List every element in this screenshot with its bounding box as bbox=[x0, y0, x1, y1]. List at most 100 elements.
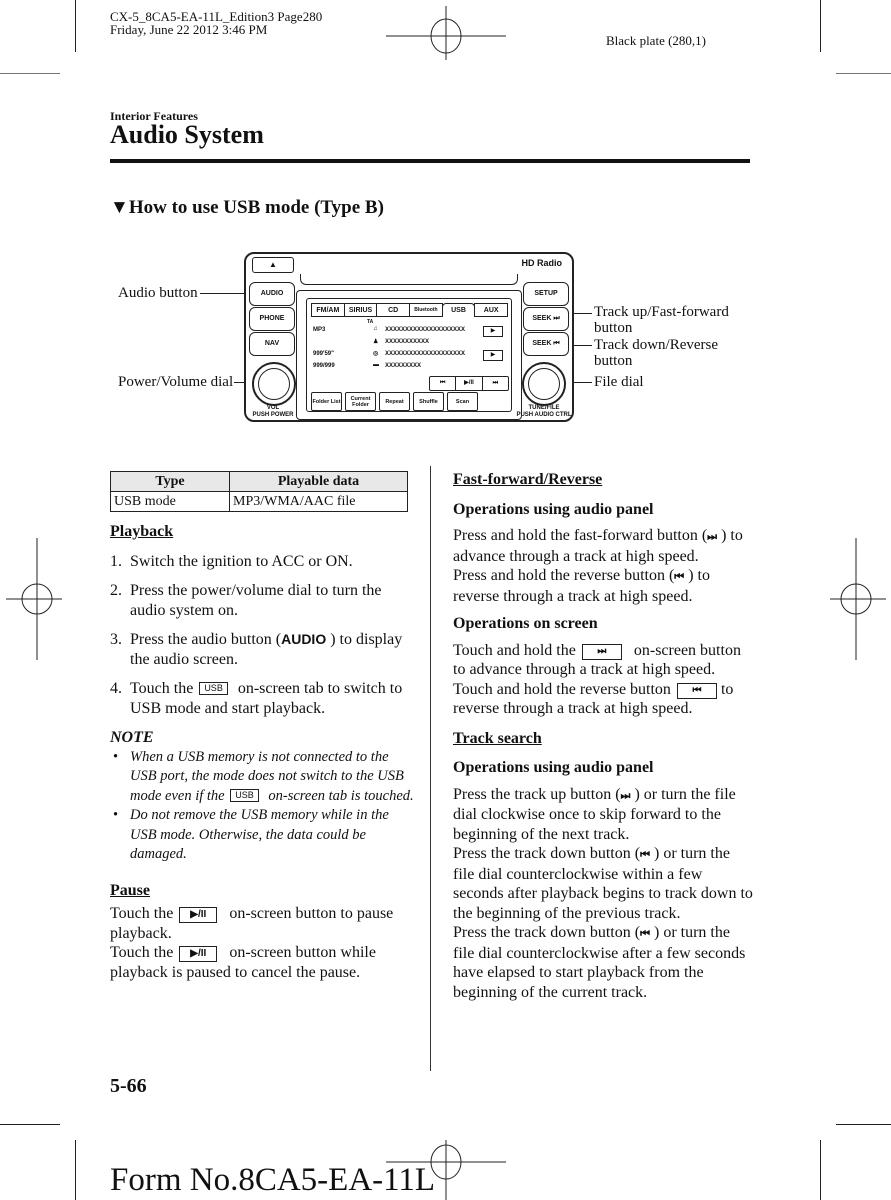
page-number: 5-66 bbox=[110, 1075, 147, 1097]
tune-file-dial[interactable] bbox=[522, 362, 566, 406]
fast-forward-icon: ⏭ bbox=[581, 643, 622, 660]
panel-operations-heading: Operations using audio panel bbox=[453, 500, 654, 518]
hd-radio-logo: HD Radio bbox=[521, 258, 563, 268]
audio-unit-illustration: ▲ HD Radio AUDIO PHONE NAV SETUP SEEK ⏭ … bbox=[244, 252, 574, 422]
audio-button[interactable]: AUDIO bbox=[249, 282, 295, 306]
play-pause-icon: ▶/II bbox=[179, 946, 218, 962]
previous-track-button[interactable]: ⏮ bbox=[430, 377, 457, 390]
folder-icon: ▬ bbox=[373, 362, 379, 368]
left-column: Playback 1. Switch the ignition to ACC or… bbox=[110, 522, 415, 982]
folder-name: XXXXXXXXX bbox=[385, 363, 422, 369]
table-header: Playable data bbox=[229, 471, 408, 492]
artist-icon: ♟ bbox=[373, 339, 379, 345]
crop-mark bbox=[0, 1124, 60, 1125]
tab-aux[interactable]: AUX bbox=[474, 303, 509, 317]
playback-heading: Playback bbox=[110, 523, 174, 540]
format-label: MP3 bbox=[313, 327, 326, 333]
subheading: ▼How to use USB mode (Type B) bbox=[110, 197, 384, 219]
eject-button[interactable]: ▲ bbox=[252, 257, 294, 273]
play-pause-button[interactable]: ▶/II bbox=[456, 377, 483, 390]
registration-mark-top bbox=[386, 6, 506, 60]
step: 1. Switch the ignition to ACC or ON. bbox=[110, 552, 353, 570]
album-disc-icon: ◎ bbox=[373, 351, 379, 357]
seek-up-button[interactable]: SEEK ⏭ bbox=[523, 307, 569, 331]
reverse-icon: ⏮ bbox=[676, 682, 717, 699]
folder-list-button[interactable]: Folder List bbox=[311, 392, 342, 411]
step: 4. Touch the USB on-screen tab to switch … bbox=[110, 680, 403, 717]
step: 2. Press the power/volume dial to turn th… bbox=[110, 582, 382, 619]
play-button[interactable]: ▶ bbox=[483, 326, 503, 337]
power-volume-dial[interactable] bbox=[252, 362, 296, 406]
crop-mark bbox=[820, 0, 821, 52]
scan-button[interactable]: Scan bbox=[447, 392, 478, 411]
tab-bluetooth[interactable]: Bluetooth bbox=[409, 303, 443, 317]
repeat-button[interactable]: Repeat bbox=[379, 392, 410, 411]
audio-screen: FM/AM SIRIUS CD Bluetooth USB AUX TA MP3… bbox=[306, 298, 512, 412]
fast-forward-icon: ⏭ bbox=[707, 530, 718, 543]
title-rule bbox=[110, 159, 750, 163]
album-name: XXXXXXXXXXXXXXXXXXXX bbox=[385, 351, 466, 357]
eject-icon: ▲ bbox=[269, 260, 277, 269]
print-header-date: Friday, June 22 2012 3:46 PM bbox=[110, 22, 268, 37]
callout-file-dial: File dial bbox=[594, 374, 644, 390]
crop-mark bbox=[75, 1140, 76, 1200]
note-item: When a USB memory is not connected to th… bbox=[110, 748, 415, 807]
fast-forward-reverse-heading: Fast-forward/Reverse bbox=[453, 471, 603, 488]
tab-fm-am[interactable]: FM/AM bbox=[311, 303, 345, 317]
playback-controls: ⏮ ▶/II ⏭ bbox=[429, 376, 509, 391]
callout-track-down: Track down/Reverse button bbox=[594, 337, 719, 369]
track-up-icon: ⏭ bbox=[620, 788, 631, 802]
pause-heading: Pause bbox=[110, 881, 150, 899]
crop-mark bbox=[0, 73, 60, 74]
ta-indicator: TA bbox=[367, 319, 374, 325]
play-button[interactable]: ▶ bbox=[483, 350, 503, 361]
vol-label: VOL PUSH POWER bbox=[252, 405, 294, 418]
table-header: Type bbox=[110, 471, 230, 492]
table-row: USB mode MP3/WMA/AAC file bbox=[110, 491, 408, 512]
artist-name: XXXXXXXXXXX bbox=[385, 339, 430, 345]
table-cell: MP3/WMA/AAC file bbox=[229, 491, 408, 512]
note-title: NOTE bbox=[110, 729, 154, 746]
track-down-icon: ⏮ bbox=[640, 927, 650, 940]
crop-mark bbox=[75, 0, 76, 52]
setup-button[interactable]: SETUP bbox=[523, 282, 569, 306]
ff-screen-text: Touch and hold the ⏭ on-screen button to… bbox=[453, 641, 741, 718]
music-note-icon: ♫ bbox=[373, 326, 378, 332]
nav-button[interactable]: NAV bbox=[249, 332, 295, 356]
next-track-button[interactable]: ⏭ bbox=[483, 377, 508, 390]
source-tabs: FM/AM SIRIUS CD Bluetooth USB AUX bbox=[311, 303, 509, 317]
right-column: Fast-forward/Reverse Operations using au… bbox=[453, 470, 753, 1002]
tab-usb[interactable]: USB bbox=[441, 303, 476, 317]
track-count: 999/999 bbox=[313, 363, 335, 369]
table-cell: USB mode bbox=[110, 491, 230, 512]
print-header-plate: Black plate (280,1) bbox=[606, 33, 706, 48]
playable-data-table: Type Playable data USB mode MP3/WMA/AAC … bbox=[110, 471, 408, 512]
subheading-text: How to use USB mode (Type B) bbox=[128, 197, 384, 218]
track-down-icon: ⏮ bbox=[640, 848, 650, 861]
seek-down-button[interactable]: SEEK ⏮ bbox=[523, 332, 569, 356]
play-pause-icon: ▶/II bbox=[179, 907, 218, 923]
shuffle-button[interactable]: Shuffle bbox=[413, 392, 444, 411]
triangle-down-icon: ▼ bbox=[110, 197, 129, 218]
screen-bottom-buttons: Folder List Current Folder Repeat Shuffl… bbox=[311, 392, 478, 411]
tab-cd[interactable]: CD bbox=[376, 303, 411, 317]
form-number: Form No.8CA5-EA-11L bbox=[110, 1162, 436, 1198]
step: 3. Press the audio button (AUDIO ) to dis… bbox=[110, 631, 403, 668]
disc-slot bbox=[300, 274, 518, 285]
screen-operations-heading: Operations on screen bbox=[453, 615, 598, 632]
track-title: XXXXXXXXXXXXXXXXXXXX bbox=[385, 327, 466, 333]
audio-key-icon: AUDIO bbox=[281, 631, 327, 647]
current-folder-button[interactable]: Current Folder bbox=[345, 392, 376, 411]
usb-tab-icon: USB bbox=[199, 682, 228, 695]
table-header-row: Type Playable data bbox=[110, 471, 408, 492]
track-search-text: Press the track up button (⏭ ) or turn t… bbox=[453, 785, 753, 1001]
note-list: When a USB memory is not connected to th… bbox=[110, 748, 415, 865]
tab-sirius[interactable]: SIRIUS bbox=[343, 303, 378, 317]
tune-file-label: TUNE/FILE PUSH AUDIO CTRL bbox=[516, 405, 572, 418]
column-divider bbox=[430, 466, 431, 1071]
registration-mark-left bbox=[6, 538, 62, 660]
note-item: Do not remove the USB memory while in th… bbox=[110, 806, 415, 865]
phone-button[interactable]: PHONE bbox=[249, 307, 295, 331]
callout-track-up: Track up/Fast-forward button bbox=[594, 304, 729, 336]
callout-power-volume-dial: Power/Volume dial bbox=[118, 374, 234, 390]
